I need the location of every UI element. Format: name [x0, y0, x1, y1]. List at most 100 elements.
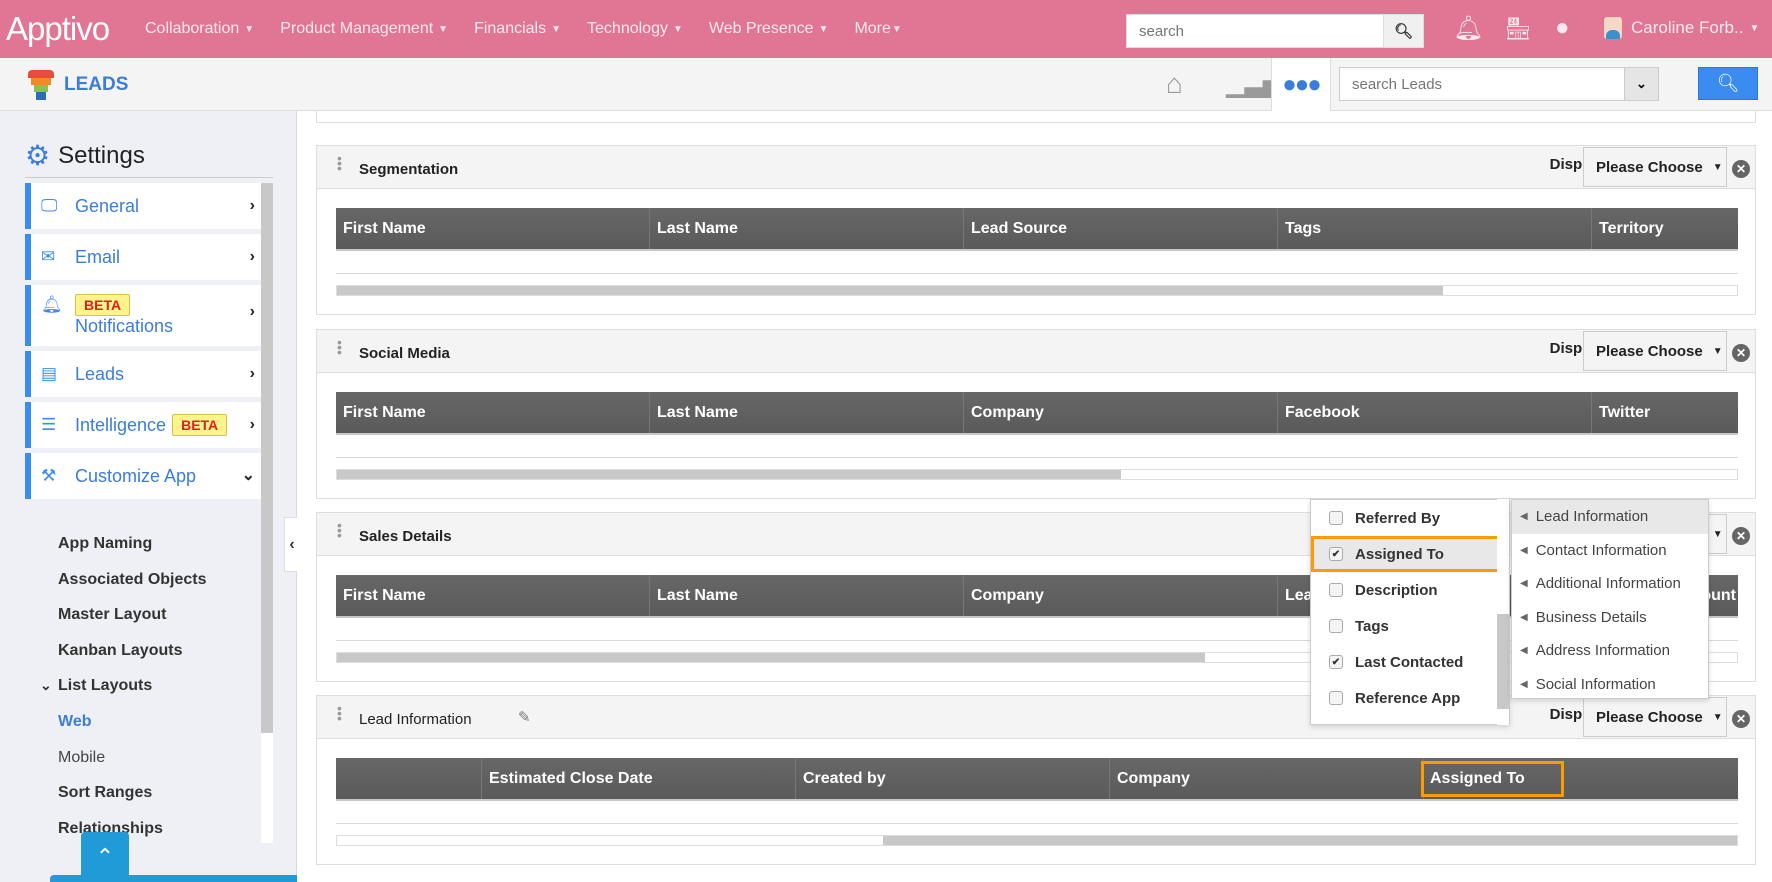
column-header[interactable]: First Name	[336, 392, 650, 433]
scrollbar-thumb[interactable]	[1497, 614, 1509, 709]
sidebar-item-customize-app[interactable]: ⚒ Customize App ⌄	[25, 453, 261, 499]
column-header[interactable]: Tags	[1278, 208, 1592, 249]
sidebar-item-leads[interactable]: ▤ Leads ›	[25, 351, 261, 397]
column-header[interactable]: Company	[964, 575, 1278, 616]
scrollbar-thumb[interactable]	[261, 183, 273, 733]
horizontal-scrollbar[interactable]	[336, 285, 1738, 296]
column-header[interactable]: Company	[964, 392, 1278, 433]
display-select[interactable]: Please Choose ▼	[1583, 697, 1727, 737]
search-button[interactable]: 🔍︎	[1383, 15, 1423, 47]
apptivo-logo[interactable]: Apptivo	[6, 10, 110, 48]
sidebar-item-intelligence[interactable]: ☰ Intelligence BETA ›	[25, 402, 261, 448]
chevron-down-icon[interactable]: ⌄	[1624, 68, 1658, 100]
field-option-last-contacted[interactable]: ✔ Last Contacted	[1311, 644, 1509, 680]
checkbox[interactable]	[1329, 691, 1343, 705]
menu-label: Contact Information	[1535, 541, 1667, 559]
drag-handle-icon[interactable]: • • •	[337, 518, 342, 542]
dropdown-scrollbar[interactable]	[1497, 499, 1509, 725]
close-icon[interactable]: ✕	[1732, 527, 1750, 545]
store-icon[interactable]: 🏪︎	[1504, 16, 1532, 42]
sidebar-item-general[interactable]: 🖵︎ General ›	[25, 183, 261, 229]
app-title[interactable]: LEADS	[28, 70, 128, 100]
section-header: • • • Lead Information ✎ Display Please Ch…	[317, 696, 1755, 739]
column-header-assigned-to[interactable]: Assigned To	[1421, 758, 1738, 799]
search-icon: 🔍︎	[1393, 23, 1414, 40]
drag-handle-icon[interactable]: • • •	[337, 701, 342, 725]
horizontal-scrollbar[interactable]	[336, 469, 1738, 480]
submenu-web[interactable]: Web	[58, 704, 207, 740]
section-menu-item[interactable]: ◀ Additional Information	[1512, 567, 1708, 601]
column-header[interactable]: Last Name	[650, 392, 964, 433]
field-option-reference-app[interactable]: Reference App	[1311, 680, 1509, 716]
section-menu-item[interactable]: ◀ Lead Information	[1512, 500, 1708, 534]
checkbox[interactable]	[1329, 619, 1343, 633]
checkbox-checked[interactable]: ✔	[1329, 655, 1343, 669]
field-option-referred-by[interactable]: Referred By	[1311, 500, 1509, 536]
sidebar-scrollbar[interactable]	[261, 183, 273, 843]
close-icon[interactable]: ✕	[1732, 710, 1750, 728]
section-menu-item[interactable]: ◀ Contact Information	[1512, 534, 1708, 568]
scrollbar-thumb[interactable]	[337, 653, 1205, 662]
caret-left-icon: ◀	[1520, 645, 1528, 657]
submenu-master-layout[interactable]: Master Layout	[58, 597, 207, 633]
leads-search-input[interactable]	[1340, 68, 1610, 100]
submenu-mobile[interactable]: Mobile	[58, 740, 207, 776]
more-icon[interactable]: ●●●	[1271, 58, 1331, 111]
user-menu[interactable]: Caroline Forb.. ▼	[1604, 17, 1759, 39]
column-header[interactable]: Territory	[1592, 208, 1738, 249]
pencil-icon[interactable]: ✎	[518, 708, 531, 726]
submenu-kanban-layouts[interactable]: Kanban Layouts	[58, 633, 207, 669]
home-icon[interactable]: ⌂	[1166, 68, 1183, 100]
field-option-description[interactable]: Description	[1311, 572, 1509, 608]
caret-down-icon: ▼	[891, 23, 902, 35]
section-menu-item[interactable]: ◀ Business Details	[1512, 601, 1708, 635]
submenu-sort-ranges[interactable]: Sort Ranges	[58, 775, 207, 811]
nav-collaboration[interactable]: Collaboration ▼	[145, 20, 254, 38]
nav-product-management[interactable]: Product Management ▼	[280, 20, 448, 38]
checkbox[interactable]	[1329, 583, 1343, 597]
column-header[interactable]	[336, 758, 482, 799]
search-icon: 🔍︎	[1716, 73, 1740, 93]
display-select[interactable]: Please Choose ▼	[1583, 331, 1727, 371]
scrollbar-thumb[interactable]	[337, 470, 1121, 479]
leads-search-button[interactable]: 🔍︎	[1698, 67, 1758, 100]
apps-icon[interactable]: ●	[1555, 14, 1570, 42]
close-icon[interactable]: ✕	[1732, 344, 1750, 362]
column-header[interactable]: Company	[1110, 758, 1424, 799]
column-header[interactable]: Last Name	[650, 208, 964, 249]
drag-handle-icon[interactable]: • • •	[337, 151, 342, 175]
display-select[interactable]: Please Choose ▼	[1583, 147, 1727, 187]
column-header[interactable]: First Name	[336, 208, 650, 249]
column-header[interactable]: Last Name	[650, 575, 964, 616]
drag-handle-icon[interactable]: • • •	[337, 335, 342, 359]
field-option-employee-name[interactable]: Employee Name	[1311, 716, 1509, 724]
submenu-app-naming[interactable]: App Naming	[58, 526, 207, 562]
bell-icon[interactable]: 🔔︎	[1453, 14, 1483, 43]
section-menu-item[interactable]: ◀ Address Information	[1512, 634, 1708, 668]
column-header[interactable]: First Name	[336, 575, 650, 616]
field-option-assigned-to[interactable]: ✔ Assigned To	[1311, 536, 1509, 572]
scrollbar-thumb[interactable]	[337, 286, 1443, 295]
submenu-associated-objects[interactable]: Associated Objects	[58, 562, 207, 598]
checkbox[interactable]	[1329, 511, 1343, 525]
column-header[interactable]: Twitter	[1592, 392, 1738, 433]
sidebar-item-notifications[interactable]: 🔔︎ BETA Notifications ›	[25, 285, 261, 346]
sidebar-item-email[interactable]: ✉ Email ›	[25, 234, 261, 280]
nav-more[interactable]: More ▼	[854, 20, 901, 38]
scrollbar-thumb[interactable]	[883, 836, 1737, 845]
column-header[interactable]: Facebook	[1278, 392, 1592, 433]
submenu-list-layouts[interactable]: ⌄ List Layouts	[40, 668, 207, 704]
section-card-social-media: • • • Social Media Display Please Choose ▼ …	[316, 329, 1756, 499]
section-menu-item[interactable]: ◀ Social Information	[1512, 668, 1708, 702]
nav-technology[interactable]: Technology ▼	[587, 20, 683, 38]
checkbox-checked[interactable]: ✔	[1329, 547, 1343, 561]
column-header[interactable]: Estimated Close Date	[482, 758, 796, 799]
horizontal-scrollbar[interactable]	[336, 835, 1738, 846]
field-option-tags[interactable]: Tags	[1311, 608, 1509, 644]
close-icon[interactable]: ✕	[1732, 160, 1750, 178]
nav-financials[interactable]: Financials ▼	[474, 20, 561, 38]
global-search-input[interactable]	[1127, 15, 1377, 47]
column-header[interactable]: Lead Source	[964, 208, 1278, 249]
nav-web-presence[interactable]: Web Presence ▼	[709, 20, 829, 38]
column-header[interactable]: Created by	[796, 758, 1110, 799]
